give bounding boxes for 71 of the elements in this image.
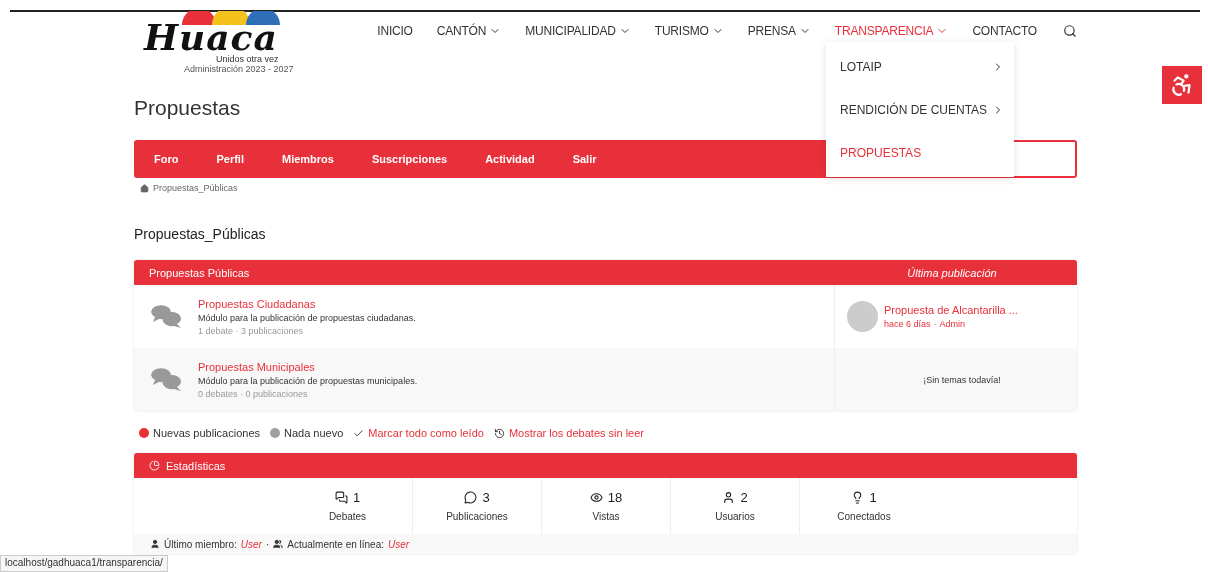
forum-menu-link[interactable]: Miembros [269, 153, 346, 165]
legend-link[interactable]: Marcar todo como leído [368, 427, 484, 439]
stats-title: Estadísticas [166, 459, 226, 472]
forum-counts: 0 debates · 0 publicaciones [198, 388, 309, 399]
accessibility-button[interactable] [1162, 66, 1202, 104]
dropdown-item[interactable]: PROPUESTAS [826, 131, 1014, 174]
stat-label: Conectados [837, 511, 891, 522]
nav-link[interactable]: CONTACTO [960, 24, 1049, 38]
nav-link[interactable]: CANTÓN [424, 24, 514, 38]
separator: · [265, 538, 270, 550]
user-link[interactable]: User [240, 538, 262, 550]
page-title: Propuestas [134, 96, 241, 120]
stat-label: Debates [328, 511, 367, 522]
forum-counts: 1 debate · 3 publicaciones [198, 325, 305, 336]
logo-tagline: Unidos otra vez [216, 54, 279, 64]
user-icon [722, 491, 736, 504]
forum-menu-link[interactable]: Actividad [473, 153, 547, 165]
empty-message: ¡Sin temas todavía! [923, 374, 1001, 385]
logo-arches-icon [182, 11, 282, 25]
forum-link[interactable]: Propuestas Ciudadanas [198, 297, 416, 310]
pie-chart-icon [149, 460, 160, 471]
last-post-link[interactable]: Propuesta de Alcantarilla ... [884, 304, 1018, 316]
forum-menu-link[interactable]: Suscripciones [359, 153, 460, 165]
last-post-time: hace 6 días [884, 319, 931, 329]
last-member-label: Último miembro: [164, 538, 237, 550]
legend-link[interactable]: Mostrar los debates sin leer [508, 427, 645, 439]
user-link[interactable]: User [388, 538, 410, 550]
nav-link[interactable]: MUNICIPALIDAD [513, 24, 643, 38]
avatar [847, 301, 878, 332]
stat-value: 1 [352, 490, 361, 505]
logo-name: Huaca [144, 20, 278, 54]
chat-icon [464, 491, 478, 504]
author-link[interactable]: Admin [939, 319, 966, 329]
online-label: Actualmente en línea: [287, 538, 384, 550]
category-title: Propuestas Públicas [149, 266, 251, 279]
forum-link[interactable]: Propuestas Municipales [198, 360, 418, 373]
forum-description: Módulo para la publicación de propuestas municipales. [198, 375, 418, 386]
logo-subtitle: Administración 2023 - 2027 [184, 64, 294, 75]
logo[interactable]: Huaca Unidos otra vez Administración 2023 - 2027 [144, 12, 294, 75]
dropdown-item[interactable]: LOTAIP [826, 45, 1014, 88]
dropdown-item[interactable]: RENDICIÓN DE CUENTAS [826, 88, 1014, 131]
stat-label: Vistas [592, 511, 620, 522]
stat-label: Usuarios [715, 511, 755, 522]
legend-label: Nuevas publicaciones [153, 427, 260, 439]
breadcrumb-link[interactable]: Propuestas_Públicas [153, 183, 238, 193]
last-post-heading: Última publicación [906, 266, 998, 279]
stat-value: 18 [607, 490, 623, 505]
nav-link[interactable]: TURISMO [642, 24, 736, 38]
history-icon [493, 427, 505, 439]
stat-label: Publicaciones [446, 511, 508, 522]
search-icon[interactable] [1063, 24, 1077, 38]
nav-link[interactable]: PRENSA [735, 24, 823, 38]
stat-value: 1 [869, 490, 877, 505]
legend-label: Nada nuevo [284, 427, 344, 439]
forum-menu-link[interactable]: Salir [560, 153, 609, 165]
chat-icon [334, 491, 348, 504]
nav-link[interactable]: TRANSPARENCIA [822, 24, 961, 38]
forum-menu-link[interactable]: Perfil [204, 153, 256, 165]
stat-value: 3 [482, 490, 490, 505]
home-icon[interactable] [140, 183, 149, 193]
check-icon [353, 427, 365, 439]
forum-description: Módulo para la publicación de propuestas ciudadanas. [198, 312, 416, 323]
forum-menu-link[interactable]: Foro [142, 153, 191, 165]
user-icon [150, 539, 160, 549]
status-bar: localhost/gadhuaca1/transparencia/ [0, 555, 168, 572]
section-title: Propuestas_Públicas [134, 226, 266, 242]
stat-value: 2 [740, 490, 748, 505]
eye-icon [589, 491, 603, 504]
users-icon [273, 539, 284, 549]
separator: · [933, 319, 937, 329]
nav-link[interactable]: INICIO [365, 24, 425, 38]
